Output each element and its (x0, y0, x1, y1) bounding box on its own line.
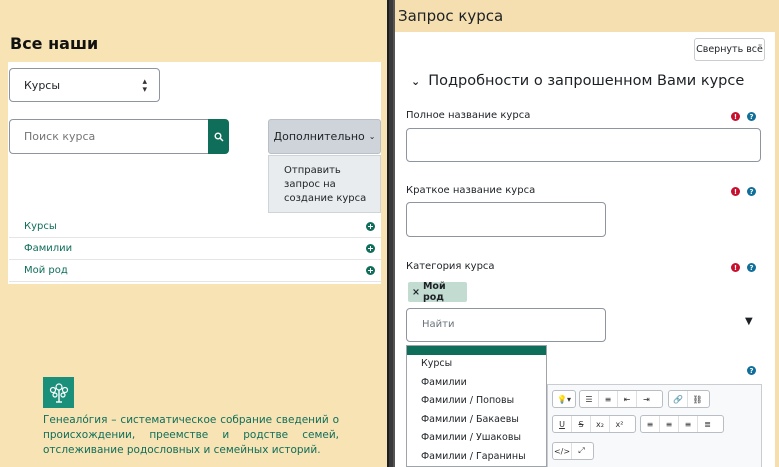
dropdown-option[interactable]: Фамилии / Гаранины (407, 448, 546, 467)
align-center-icon[interactable]: ≡ (660, 416, 679, 432)
nav-item-label: Фамилии (24, 243, 73, 254)
plus-circle-icon[interactable] (366, 266, 375, 275)
dropdown-highlight (407, 346, 546, 355)
select-arrows-icon: ▴ ▾ (142, 77, 147, 95)
html-code-icon[interactable]: </> (553, 443, 572, 459)
window-divider (387, 0, 395, 467)
category-tag-label: Мой род (422, 281, 446, 303)
dropdown-option[interactable]: Курсы (407, 355, 546, 374)
category-dropdown: Курсы Фамилии Фамилии / Поповы Фамилии /… (406, 345, 547, 467)
course-select-value: Курсы (24, 79, 61, 92)
plus-circle-icon[interactable] (366, 244, 375, 253)
chevron-down-icon: ⌄ (368, 132, 376, 141)
help-icon[interactable]: ? (747, 112, 756, 121)
chevron-down-icon: ⌄ (411, 74, 421, 88)
nav-item-courses[interactable]: Курсы (9, 216, 381, 238)
left-pane: Все наши Курсы ▴▾ Дополнительно ⌄ Отправ… (0, 0, 387, 467)
bullet-list-icon[interactable]: ☰ (580, 391, 599, 407)
required-icon: ! (731, 187, 740, 196)
help-icon[interactable]: ? (747, 366, 756, 375)
nav-item-my-family[interactable]: Мой род (9, 260, 381, 282)
right-pane: Запрос курса Свернуть всё ⌄ Подробности … (395, 0, 779, 467)
section-header[interactable]: ⌄ Подробности о запрошенном Вами курсе (411, 73, 744, 89)
lightbulb-icon[interactable]: 💡▾ (553, 391, 575, 407)
outdent-icon[interactable]: ⇤ (618, 391, 637, 407)
text-editor[interactable]: 💡▾ ☰ ≡ ⇤ ⇥ 🔗 ⛓ U S x₂ x² ≡ ≡ ≡ ≣ </> ⤢ (547, 384, 762, 467)
request-course-menu-item[interactable]: Отправить запрос на создание курса (268, 155, 381, 213)
full-name-input[interactable] (406, 128, 761, 162)
toolbar-group: ≡ ≡ ≡ ≣ (640, 415, 724, 433)
more-button-label: Дополнительно (273, 130, 365, 143)
fullscreen-icon[interactable]: ⤢ (572, 443, 591, 459)
nav-item-label: Мой род (24, 265, 68, 276)
link-icon[interactable]: 🔗 (669, 391, 688, 407)
course-search-input[interactable] (9, 119, 209, 154)
align-right-icon[interactable]: ≡ (679, 416, 698, 432)
collapse-all-button[interactable]: Свернуть всё (694, 38, 765, 61)
category-search-input[interactable]: Найти (406, 308, 606, 342)
toolbar-group: 💡▾ (552, 390, 576, 408)
full-name-label: Полное название курса (406, 110, 531, 121)
dropdown-option[interactable]: Фамилии / Поповы (407, 392, 546, 411)
plus-circle-icon[interactable] (366, 222, 375, 231)
short-name-input[interactable] (406, 202, 606, 237)
underline-icon[interactable]: U (553, 416, 572, 432)
required-icon: ! (731, 263, 740, 272)
request-course-title: Запрос курса (398, 7, 504, 25)
short-name-label: Краткое название курса (406, 185, 536, 196)
tree-logo-icon (43, 377, 74, 408)
toolbar-group: U S x₂ x² (552, 415, 636, 433)
footer-description: Генеало́гия – систематическое собрание с… (43, 414, 339, 456)
section-title: Подробности о запрошенном Вами курсе (428, 73, 745, 89)
help-icon[interactable]: ? (747, 187, 756, 196)
toolbar-group: 🔗 ⛓ (668, 390, 710, 408)
remove-tag-icon[interactable]: × (412, 287, 420, 298)
category-tag[interactable]: × Мой род (408, 281, 467, 303)
nav-list: Курсы Фамилии Мой род (9, 216, 381, 282)
page-title: Все наши (10, 34, 99, 53)
align-left-icon[interactable]: ≡ (641, 416, 660, 432)
toolbar-group: ☰ ≡ ⇤ ⇥ (579, 390, 663, 408)
dropdown-option[interactable]: Фамилии (407, 374, 546, 393)
more-button[interactable]: Дополнительно ⌄ (268, 119, 381, 154)
required-icon: ! (731, 112, 740, 121)
course-select[interactable]: Курсы ▴ ▾ (9, 68, 160, 102)
strikethrough-icon[interactable]: S (572, 416, 591, 432)
numbered-list-icon[interactable]: ≡ (599, 391, 618, 407)
search-icon (214, 132, 224, 142)
find-placeholder: Найти (422, 319, 455, 330)
dropdown-option[interactable]: Фамилии / Бакаевы (407, 411, 546, 430)
nav-item-label: Курсы (24, 221, 57, 232)
dropdown-option[interactable]: Фамилии / Ушаковы (407, 429, 546, 448)
toolbar-group: </> ⤢ (552, 442, 594, 460)
nav-item-surnames[interactable]: Фамилии (9, 238, 381, 260)
help-icon[interactable]: ? (747, 263, 756, 272)
superscript-icon[interactable]: x² (610, 416, 629, 432)
indent-icon[interactable]: ⇥ (637, 391, 656, 407)
align-justify-icon[interactable]: ≣ (698, 416, 717, 432)
unlink-icon[interactable]: ⛓ (688, 391, 707, 407)
dropdown-toggle-icon[interactable]: ▼ (745, 316, 753, 327)
category-label: Категория курса (406, 261, 495, 272)
subscript-icon[interactable]: x₂ (591, 416, 610, 432)
search-button[interactable] (208, 119, 229, 154)
